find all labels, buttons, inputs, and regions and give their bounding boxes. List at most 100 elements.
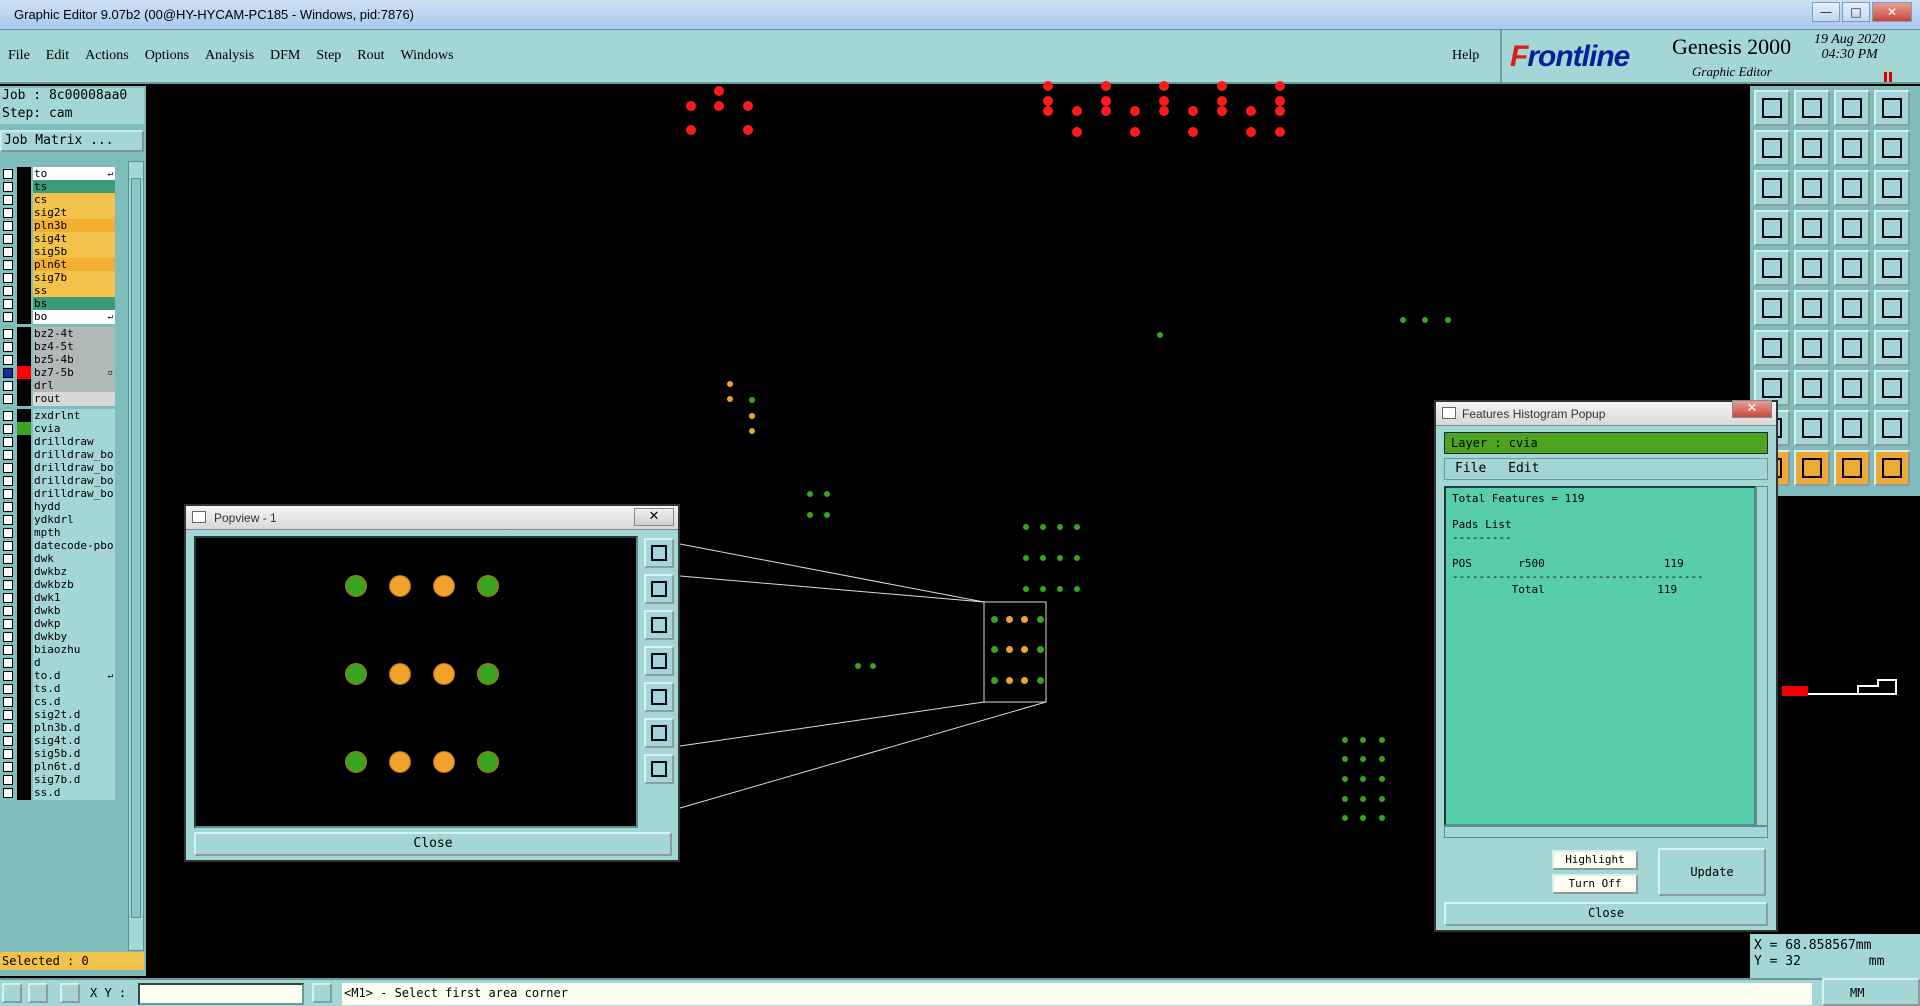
popview-close-icon[interactable]: ✕ <box>634 508 674 526</box>
slope-icon[interactable] <box>1794 330 1830 366</box>
menu-dfm[interactable]: DFM <box>270 48 300 64</box>
layer-list-scrollbar[interactable] <box>128 161 144 951</box>
popview-titlebar[interactable]: Popview - 1 ✕ <box>186 506 678 530</box>
pan-down-icon[interactable] <box>644 610 674 640</box>
swap-icon[interactable] <box>1834 130 1870 166</box>
pan-up-icon[interactable] <box>644 574 674 604</box>
move-icon[interactable] <box>1834 450 1870 486</box>
layer-checkbox[interactable] <box>3 775 13 785</box>
histogram-hscroll[interactable] <box>1444 826 1768 838</box>
zoom-fit-icon[interactable] <box>644 538 674 568</box>
layer-checkbox[interactable] <box>3 450 13 460</box>
import-icon[interactable] <box>1754 90 1790 126</box>
triangle3-icon[interactable] <box>1874 410 1910 446</box>
layer-checkbox[interactable] <box>3 762 13 772</box>
scale-1-2-icon[interactable] <box>1834 170 1870 206</box>
layer-checkbox[interactable] <box>3 580 13 590</box>
layer-checkbox[interactable] <box>3 234 13 244</box>
layer-checkbox[interactable] <box>3 502 13 512</box>
snap-red-icon[interactable] <box>1874 210 1910 246</box>
layer-name[interactable]: rout <box>33 392 115 406</box>
job-matrix-button[interactable]: Job Matrix ... <box>0 130 144 152</box>
menu-edit[interactable]: Edit <box>46 48 69 64</box>
pad-icon[interactable] <box>1754 250 1790 286</box>
help-icon[interactable] <box>1874 170 1910 206</box>
update-button[interactable]: Update <box>1658 848 1766 896</box>
turn-off-button[interactable]: Turn Off <box>1552 874 1638 894</box>
layer-checkbox[interactable] <box>3 260 13 270</box>
center-icon[interactable] <box>1794 170 1830 206</box>
arc-icon[interactable] <box>1874 290 1910 326</box>
pan-left-icon[interactable] <box>644 646 674 676</box>
layer-checkbox[interactable] <box>3 593 13 603</box>
histogram-menu-edit[interactable]: Edit <box>1508 461 1539 476</box>
layer-checkbox[interactable] <box>3 221 13 231</box>
layer-checkbox[interactable] <box>3 684 13 694</box>
color-icon[interactable] <box>1794 250 1830 286</box>
layer-checkbox[interactable] <box>3 619 13 629</box>
layer-checkbox[interactable] <box>3 329 13 339</box>
layer-checkbox[interactable] <box>3 463 13 473</box>
layer-checkbox[interactable] <box>3 476 13 486</box>
layer-name[interactable]: ss.d <box>33 786 115 800</box>
menu-actions[interactable]: Actions <box>85 48 129 64</box>
layer-checkbox[interactable] <box>3 606 13 616</box>
histogram-vscroll[interactable] <box>1756 486 1768 826</box>
menu-help[interactable]: Help <box>1452 48 1479 64</box>
layer-checkbox[interactable] <box>3 632 13 642</box>
layer-checkbox[interactable] <box>3 671 13 681</box>
rotate-icon[interactable] <box>1834 330 1870 366</box>
layer-row[interactable]: bo ↵ <box>0 309 118 325</box>
layer-checkbox[interactable] <box>3 424 13 434</box>
layer-checkbox[interactable] <box>3 312 13 322</box>
layer-checkbox[interactable] <box>3 489 13 499</box>
measure-icon[interactable] <box>28 983 48 1003</box>
grid-icon[interactable] <box>60 983 80 1003</box>
layer-checkbox[interactable] <box>3 247 13 257</box>
mirror-icon[interactable] <box>1874 330 1910 366</box>
layer-checkbox[interactable] <box>3 697 13 707</box>
menu-step[interactable]: Step <box>316 48 341 64</box>
layer-checkbox[interactable] <box>3 342 13 352</box>
probe-icon[interactable] <box>1794 210 1830 246</box>
flip-icon[interactable] <box>1794 370 1830 406</box>
layer-checkbox[interactable] <box>3 749 13 759</box>
layer-checkbox[interactable] <box>3 411 13 421</box>
layer-row[interactable]: ss.d <box>0 785 118 801</box>
layer-checkbox[interactable] <box>3 169 13 179</box>
layer-checkbox[interactable] <box>3 195 13 205</box>
select-icon[interactable] <box>1794 450 1830 486</box>
window-icon[interactable] <box>1874 90 1910 126</box>
line-icon[interactable] <box>1834 290 1870 326</box>
histogram-titlebar[interactable]: Features Histogram Popup ✕ <box>1436 400 1776 426</box>
pan-right-icon[interactable] <box>644 682 674 712</box>
zoom-in-icon[interactable] <box>644 718 674 748</box>
step-icon[interactable] <box>1874 130 1910 166</box>
layer-name[interactable]: bo ↵ <box>33 310 115 324</box>
cross-icon[interactable] <box>1794 290 1830 326</box>
layer-checkbox[interactable] <box>3 208 13 218</box>
frame-icon[interactable] <box>1834 370 1870 406</box>
layer-checkbox[interactable] <box>3 554 13 564</box>
zoom-mode-icon[interactable] <box>2 983 22 1003</box>
snap-icon[interactable] <box>1834 210 1870 246</box>
layer-checkbox[interactable] <box>3 394 13 404</box>
scrollbar-thumb[interactable] <box>131 178 141 918</box>
layer-checkbox[interactable] <box>3 567 13 577</box>
snap-cursor-icon[interactable] <box>1874 450 1910 486</box>
dot-icon[interactable] <box>1874 250 1910 286</box>
layer-checkbox[interactable] <box>3 381 13 391</box>
zoom-out-icon[interactable] <box>644 754 674 784</box>
home-icon[interactable] <box>1834 90 1870 126</box>
maximize-button[interactable]: □ <box>1842 2 1870 22</box>
move-right-icon[interactable] <box>1794 130 1830 166</box>
close-window-button[interactable]: ✕ <box>1872 2 1912 22</box>
layer-checkbox[interactable] <box>3 273 13 283</box>
layer-checkbox[interactable] <box>3 368 13 378</box>
triangle2-icon[interactable] <box>1834 410 1870 446</box>
triangle-icon[interactable] <box>1794 410 1830 446</box>
fit-icon[interactable] <box>1754 170 1790 206</box>
export-icon[interactable] <box>1794 90 1830 126</box>
histogram-close-button[interactable]: Close <box>1444 902 1768 926</box>
ruler-icon[interactable] <box>1834 250 1870 286</box>
